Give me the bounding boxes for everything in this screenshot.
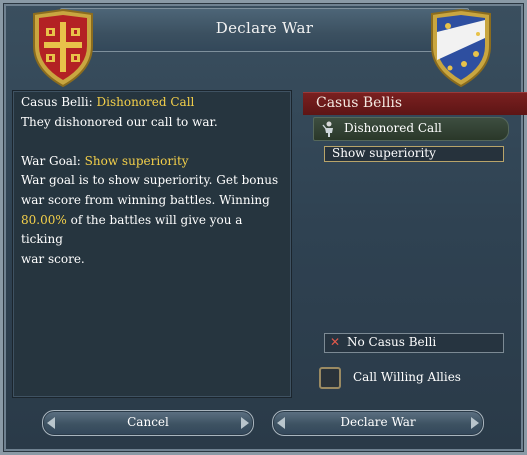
no-casus-belli-label: No Casus Belli xyxy=(347,335,437,349)
right-arrow-icon xyxy=(241,417,249,429)
declare-war-button-label: Declare War xyxy=(340,415,416,429)
war-goal-desc-2: war score from winning battles. Winning xyxy=(21,192,270,207)
casus-belli-line: Casus Belli: Dishonored Call xyxy=(21,93,286,113)
declare-war-button[interactable]: Declare War xyxy=(272,410,484,436)
casus-bellis-title: Casus Bellis xyxy=(316,95,403,111)
war-goal-desc-4: war score. xyxy=(21,251,85,266)
left-arrow-icon xyxy=(47,417,55,429)
soldier-icon xyxy=(322,121,333,137)
window-title: Declare War xyxy=(215,19,314,37)
war-goal-option-label: Show superiority xyxy=(332,146,436,160)
call-allies-label: Call Willing Allies xyxy=(353,370,461,384)
x-mark-icon: ✕ xyxy=(330,335,341,349)
no-casus-belli-option[interactable]: ✕ No Casus Belli xyxy=(324,333,504,353)
casus-belli-option-dishonored-call[interactable]: Dishonored Call xyxy=(313,117,509,141)
cancel-button[interactable]: Cancel xyxy=(42,410,254,436)
war-goal-line: War Goal: Show superiority xyxy=(21,152,286,172)
war-goal-option-show-superiority[interactable]: Show superiority xyxy=(324,146,504,162)
casus-belli-label: Casus Belli: xyxy=(21,95,93,109)
war-goal-desc-3: 80.00% of the battles will give you a ti… xyxy=(21,211,286,250)
title-bar: Declare War xyxy=(60,8,469,52)
war-description-panel: Casus Belli: Dishonored Call They dishon… xyxy=(12,90,292,398)
war-goal-desc-1: War goal is to show superiority. Get bon… xyxy=(21,173,279,188)
right-arrow-icon xyxy=(471,417,479,429)
call-allies-checkbox[interactable] xyxy=(319,367,341,389)
defender-shield-icon[interactable] xyxy=(428,8,494,88)
win-percentage: 80.00% xyxy=(21,212,67,227)
casus-belli-value: Dishonored Call xyxy=(96,95,195,109)
left-arrow-icon xyxy=(277,417,285,429)
war-goal-value: Show superiority xyxy=(84,153,189,168)
war-goal-label: War Goal: xyxy=(21,153,81,168)
attacker-shield-icon[interactable] xyxy=(30,8,96,88)
casus-belli-description: They dishonored our call to war. xyxy=(21,114,218,129)
casus-bellis-header: Casus Bellis xyxy=(303,92,527,115)
casus-belli-option-label: Dishonored Call xyxy=(344,121,442,135)
cancel-button-label: Cancel xyxy=(127,415,169,429)
